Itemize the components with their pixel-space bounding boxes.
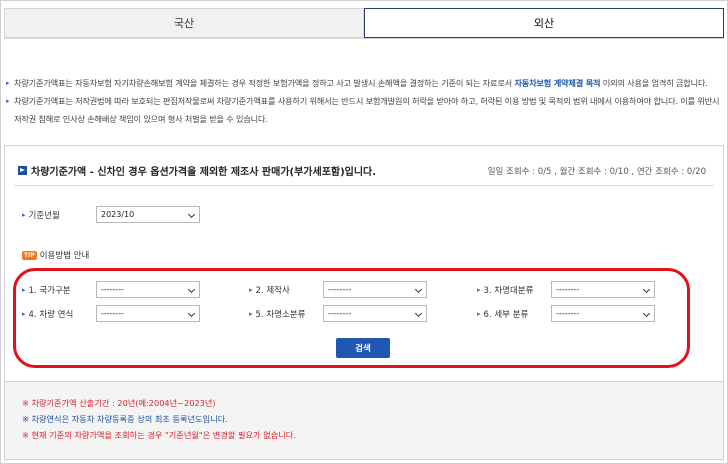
tab-domestic[interactable]: 국산 xyxy=(4,8,364,38)
panel-divider xyxy=(14,185,714,186)
origin-tabs: 국산 외산 xyxy=(4,8,724,38)
panel-title: 차량기준가액 - 신차인 경우 옵션가격을 제외한 제조사 판매가(부가세포함)… xyxy=(18,163,376,178)
base-month-select[interactable]: 2023/10 xyxy=(96,206,200,223)
tip-badge: TIP xyxy=(22,250,37,260)
footer-note-base-month: ※ 현재 기준의 차량가액을 조회하는 경우 "기준년월"은 변경할 필요가 없… xyxy=(22,430,296,440)
notice-highlight: 자동차보험 계약체결 목적 xyxy=(514,78,601,88)
chevron-down-icon xyxy=(187,210,196,219)
base-month-label: 기준년월 xyxy=(22,209,60,221)
notice-list: 차량기준가액표는 자동차보험 자기차량손해보험 계약을 체결하는 경우 적정한 … xyxy=(6,74,720,128)
notice-item: 차량기준가액표는 저작권법에 따라 보호되는 편집저작물로써 차량기준가액표를 … xyxy=(6,92,720,128)
highlight-annotation xyxy=(13,268,690,368)
usage-guide-link[interactable]: TIP 이용방법 안내 xyxy=(22,249,89,261)
inquiry-counts: 일일 조회수 : 0/5 , 월간 조회수 : 0/10 , 연간 조회수 : … xyxy=(487,167,706,177)
play-square-icon xyxy=(18,166,27,175)
tab-divider xyxy=(4,38,724,39)
footer-note-period: ※ 차량기준가액 산출기간 : 20년(예:2004년~2023년) xyxy=(22,398,216,408)
footer-note-year: ※ 차량연식은 자동차 차량등록증 상의 최초 등록년도입니다. xyxy=(22,414,228,424)
notice-item: 차량기준가액표는 자동차보험 자기차량손해보험 계약을 체결하는 경우 적정한 … xyxy=(6,74,720,92)
tab-imported[interactable]: 외산 xyxy=(364,8,724,38)
